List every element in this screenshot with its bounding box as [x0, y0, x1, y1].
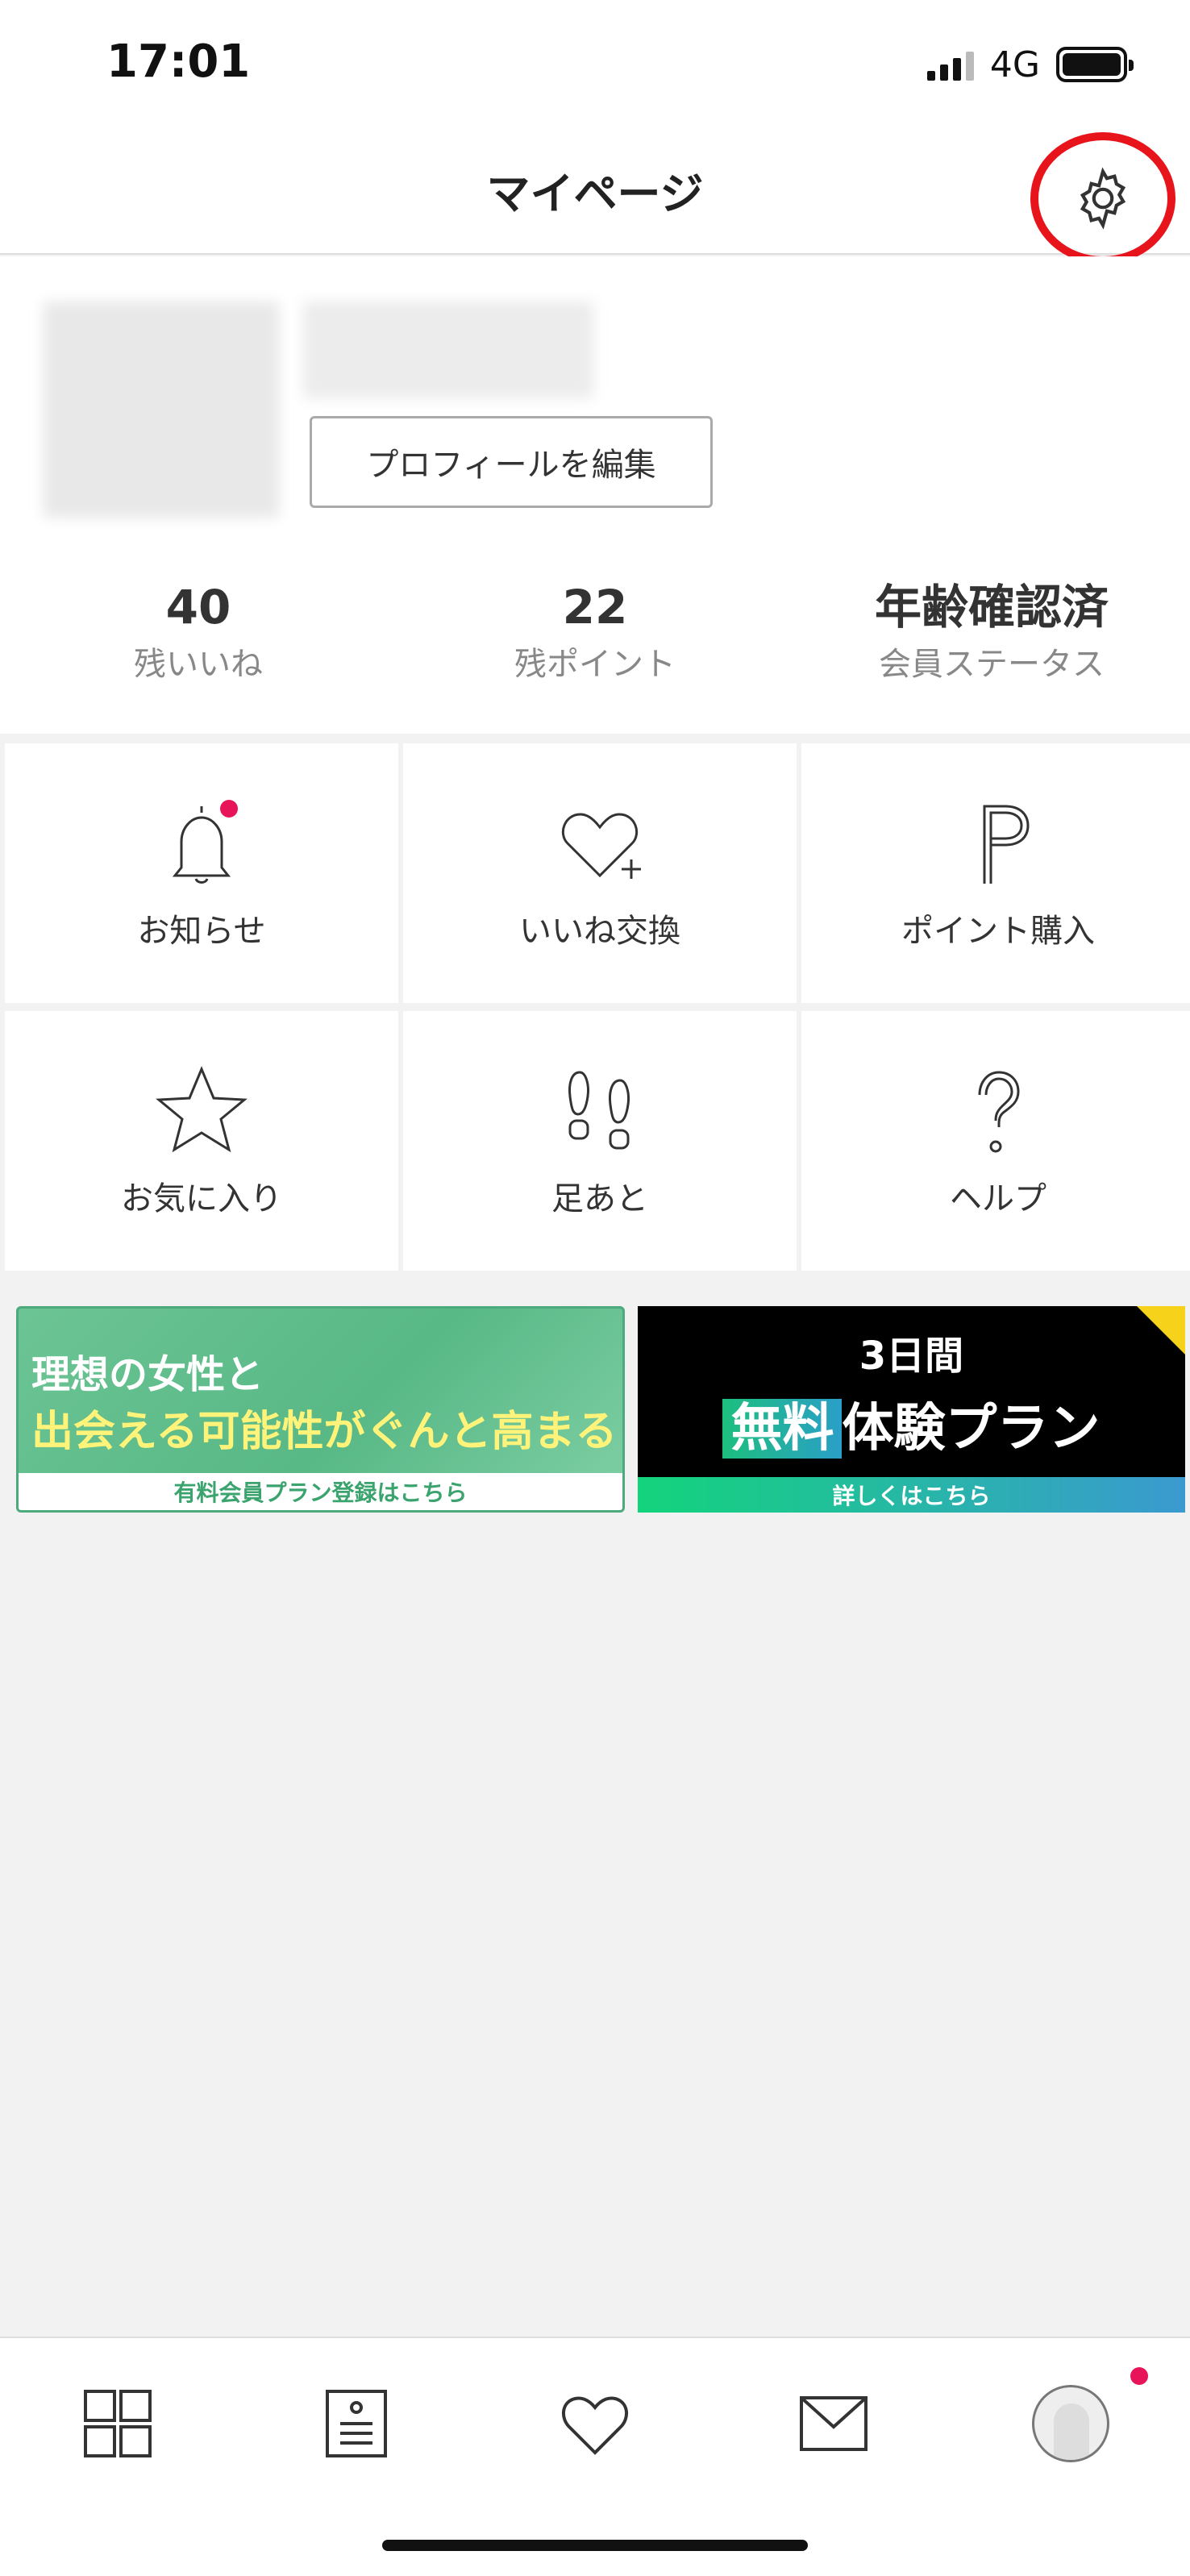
grid-icon	[84, 2390, 152, 2457]
profile-stats: 40 残いいね 22 残ポイント 年齢確認済 会員ステータス	[0, 572, 1190, 693]
banner-plan-label: 体験プラン	[842, 1399, 1101, 1459]
header: マイページ	[0, 129, 1190, 264]
edit-profile-button[interactable]: プロフィールを編集	[310, 416, 713, 508]
tab-home[interactable]	[69, 2375, 166, 2472]
banner-headline: 理想の女性と	[31, 1352, 264, 1397]
menu-item-buy-points[interactable]: ポイント購入	[801, 743, 1190, 1003]
premium-plan-banner[interactable]: 理想の女性と 出会える可能性がぐんと高まる 有料会員プラン登録はこちら	[16, 1306, 625, 1513]
menu-item-favorites[interactable]: お気に入り	[5, 1011, 398, 1271]
stat-label: 残ポイント	[514, 646, 676, 683]
network-type: 4G	[989, 44, 1040, 85]
stat-member-status: 年齢確認済 会員ステータス	[793, 572, 1190, 693]
menu-item-label: お知らせ	[137, 913, 266, 950]
gear-icon	[1080, 167, 1126, 230]
banner-highlight: 無料	[722, 1399, 843, 1459]
status-indicators: 4G	[926, 42, 1134, 87]
stat-value: 年齢確認済	[874, 580, 1109, 635]
page-title: マイページ	[486, 169, 704, 219]
profile-avatar[interactable]	[44, 302, 279, 518]
avatar-icon	[1032, 2385, 1109, 2462]
heart-icon	[562, 2396, 628, 2455]
status-bar: 17:01 4G	[0, 0, 1190, 129]
question-icon	[946, 1063, 1051, 1159]
banner-footer: 詳しくはこちら	[637, 1477, 1185, 1513]
menu-item-label: お気に入り	[121, 1180, 282, 1217]
tab-messages[interactable]	[785, 2375, 882, 2472]
tab-likes[interactable]	[547, 2375, 643, 2472]
point-p-icon	[946, 795, 1051, 892]
menu-item-label: ポイント購入	[901, 913, 1095, 950]
menu-item-label: ヘルプ	[950, 1180, 1046, 1217]
tab-board[interactable]	[308, 2375, 405, 2472]
banner-headline: 3日間	[859, 1334, 964, 1379]
bell-icon	[149, 795, 254, 892]
signal-icon	[926, 48, 974, 81]
free-trial-banner[interactable]: 3日間 無料 体験プラン 詳しくはこちら	[637, 1306, 1185, 1513]
home-indicator	[382, 2540, 808, 2551]
menu-item-notifications[interactable]: お知らせ	[5, 743, 398, 1003]
tab-mypage[interactable]	[1022, 2375, 1119, 2472]
banner-footer: 有料会員プラン登録はこちら	[19, 1473, 622, 1510]
star-icon	[149, 1063, 254, 1159]
menu-grid: お知らせ いいね交換 ポイント購入 お気に入り 足あと ヘルプ	[0, 735, 1190, 1279]
menu-item-footprints[interactable]: 足あと	[403, 1011, 797, 1271]
mail-icon	[800, 2396, 868, 2451]
menu-item-label: いいね交換	[519, 913, 680, 950]
banner-plan-text: 無料 体験プラン	[638, 1387, 1185, 1461]
footprints-icon	[547, 1063, 652, 1159]
banner-row: 理想の女性と 出会える可能性がぐんと高まる 有料会員プラン登録はこちら 3日間 …	[16, 1306, 1185, 1513]
heart-plus-icon	[547, 795, 652, 892]
profile-name	[303, 302, 593, 398]
stat-label: 会員ステータス	[879, 646, 1105, 683]
board-icon	[326, 2390, 387, 2457]
stat-points: 22 残ポイント	[397, 572, 793, 693]
menu-item-like-exchange[interactable]: いいね交換	[403, 743, 797, 1003]
stat-label: 残いいね	[134, 646, 263, 683]
status-time: 17:01	[106, 35, 251, 88]
menu-item-help[interactable]: ヘルプ	[801, 1011, 1190, 1271]
menu-item-label: 足あと	[551, 1180, 648, 1217]
notification-dot	[220, 800, 238, 818]
battery-icon	[1056, 47, 1134, 82]
stat-value: 40	[165, 580, 231, 635]
settings-button[interactable]	[1030, 132, 1175, 264]
profile-section: プロフィールを編集 40 残いいね 22 残ポイント 年齢確認済 会員ステータス	[0, 256, 1190, 734]
stat-value: 22	[562, 580, 628, 635]
banner-subheadline: 出会える可能性がぐんと高まる	[31, 1408, 618, 1456]
stat-likes: 40 残いいね	[0, 572, 397, 693]
notification-dot	[1130, 2367, 1148, 2385]
